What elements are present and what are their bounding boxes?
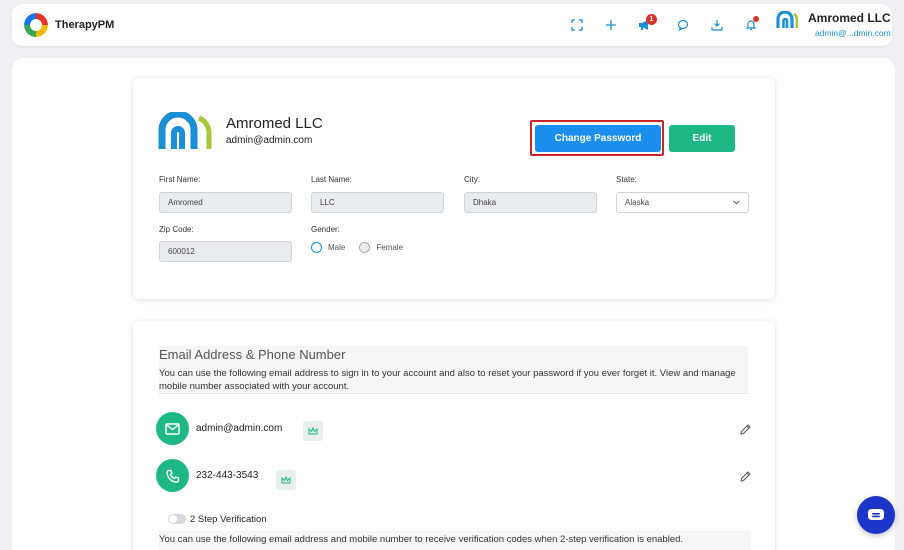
gender-male-radio[interactable] [311,242,322,253]
email-value: admin@admin.com [196,423,283,434]
therapypm-logo [24,13,48,37]
user-menu[interactable]: Amromed LLC admin@...dmin.com [776,10,891,38]
fullscreen-icon[interactable] [568,16,586,34]
organization-name: Amromed LLC [226,115,323,132]
email-icon [156,412,189,445]
brand[interactable]: TherapyPM [24,13,114,37]
chat-bubble-icon [868,509,884,520]
gender-label: Gender: [311,225,340,234]
edit-email-pencil-icon[interactable] [738,422,752,436]
contact-card: Email Address & Phone Number You can use… [133,321,775,550]
gender-female-radio[interactable] [359,242,371,253]
two-step-verification-toggle[interactable] [168,514,186,524]
state-label: State: [616,175,637,184]
city-label: City: [464,175,480,184]
organization-email: admin@admin.com [226,135,313,146]
edit-button[interactable]: Edit [669,125,735,152]
app-name: TherapyPM [55,19,115,31]
first-name-label: First Name: [159,175,201,184]
last-name-label: Last Name: [311,175,352,184]
gender-radio-group: Male Female [311,242,403,253]
change-password-button[interactable]: Change Password [535,125,661,152]
zip-code-label: Zip Code: [159,225,194,234]
last-name-field[interactable]: LLC [311,192,444,213]
section-title: Email Address & Phone Number [159,347,346,362]
user-email: admin@...dmin.com [814,28,891,38]
first-name-field[interactable]: Amromed [159,192,292,213]
gender-female-label: Female [376,243,404,252]
gender-male-label: Male [328,243,346,252]
chevron-down-icon [733,198,740,207]
state-select[interactable]: Alaska [616,192,749,213]
section-description: You can use the following email address … [159,368,736,392]
top-bar: TherapyPM 1 Amromed LLC admin@...dmin.co… [12,4,892,46]
bell-icon[interactable] [742,16,760,34]
organization-logo [158,110,214,152]
zip-code-field[interactable]: 600012 [159,241,292,262]
plus-icon[interactable] [602,16,620,34]
profile-card: Amromed LLC admin@admin.com Change Passw… [133,78,775,299]
download-icon[interactable] [708,16,726,34]
notification-dot [753,16,759,22]
two-step-description: You can use the following email address … [159,531,751,550]
city-field[interactable]: Dhaka [464,192,597,213]
edit-phone-pencil-icon[interactable] [738,469,752,483]
chat-support-button[interactable] [857,496,895,534]
chat-icon[interactable] [674,16,692,34]
user-avatar [776,10,799,34]
megaphone-icon[interactable]: 1 [636,14,657,34]
phone-value: 232-443-3543 [196,470,259,481]
state-select-value: Alaska [625,198,650,207]
contact-section-header: Email Address & Phone Number You can use… [159,346,748,394]
two-step-verification-label: 2 Step Verification [190,514,267,525]
crown-icon [276,470,296,490]
notification-count-badge: 1 [646,14,657,25]
user-name: Amromed LLC [808,11,891,25]
crown-icon [303,421,323,441]
phone-icon [156,459,189,492]
